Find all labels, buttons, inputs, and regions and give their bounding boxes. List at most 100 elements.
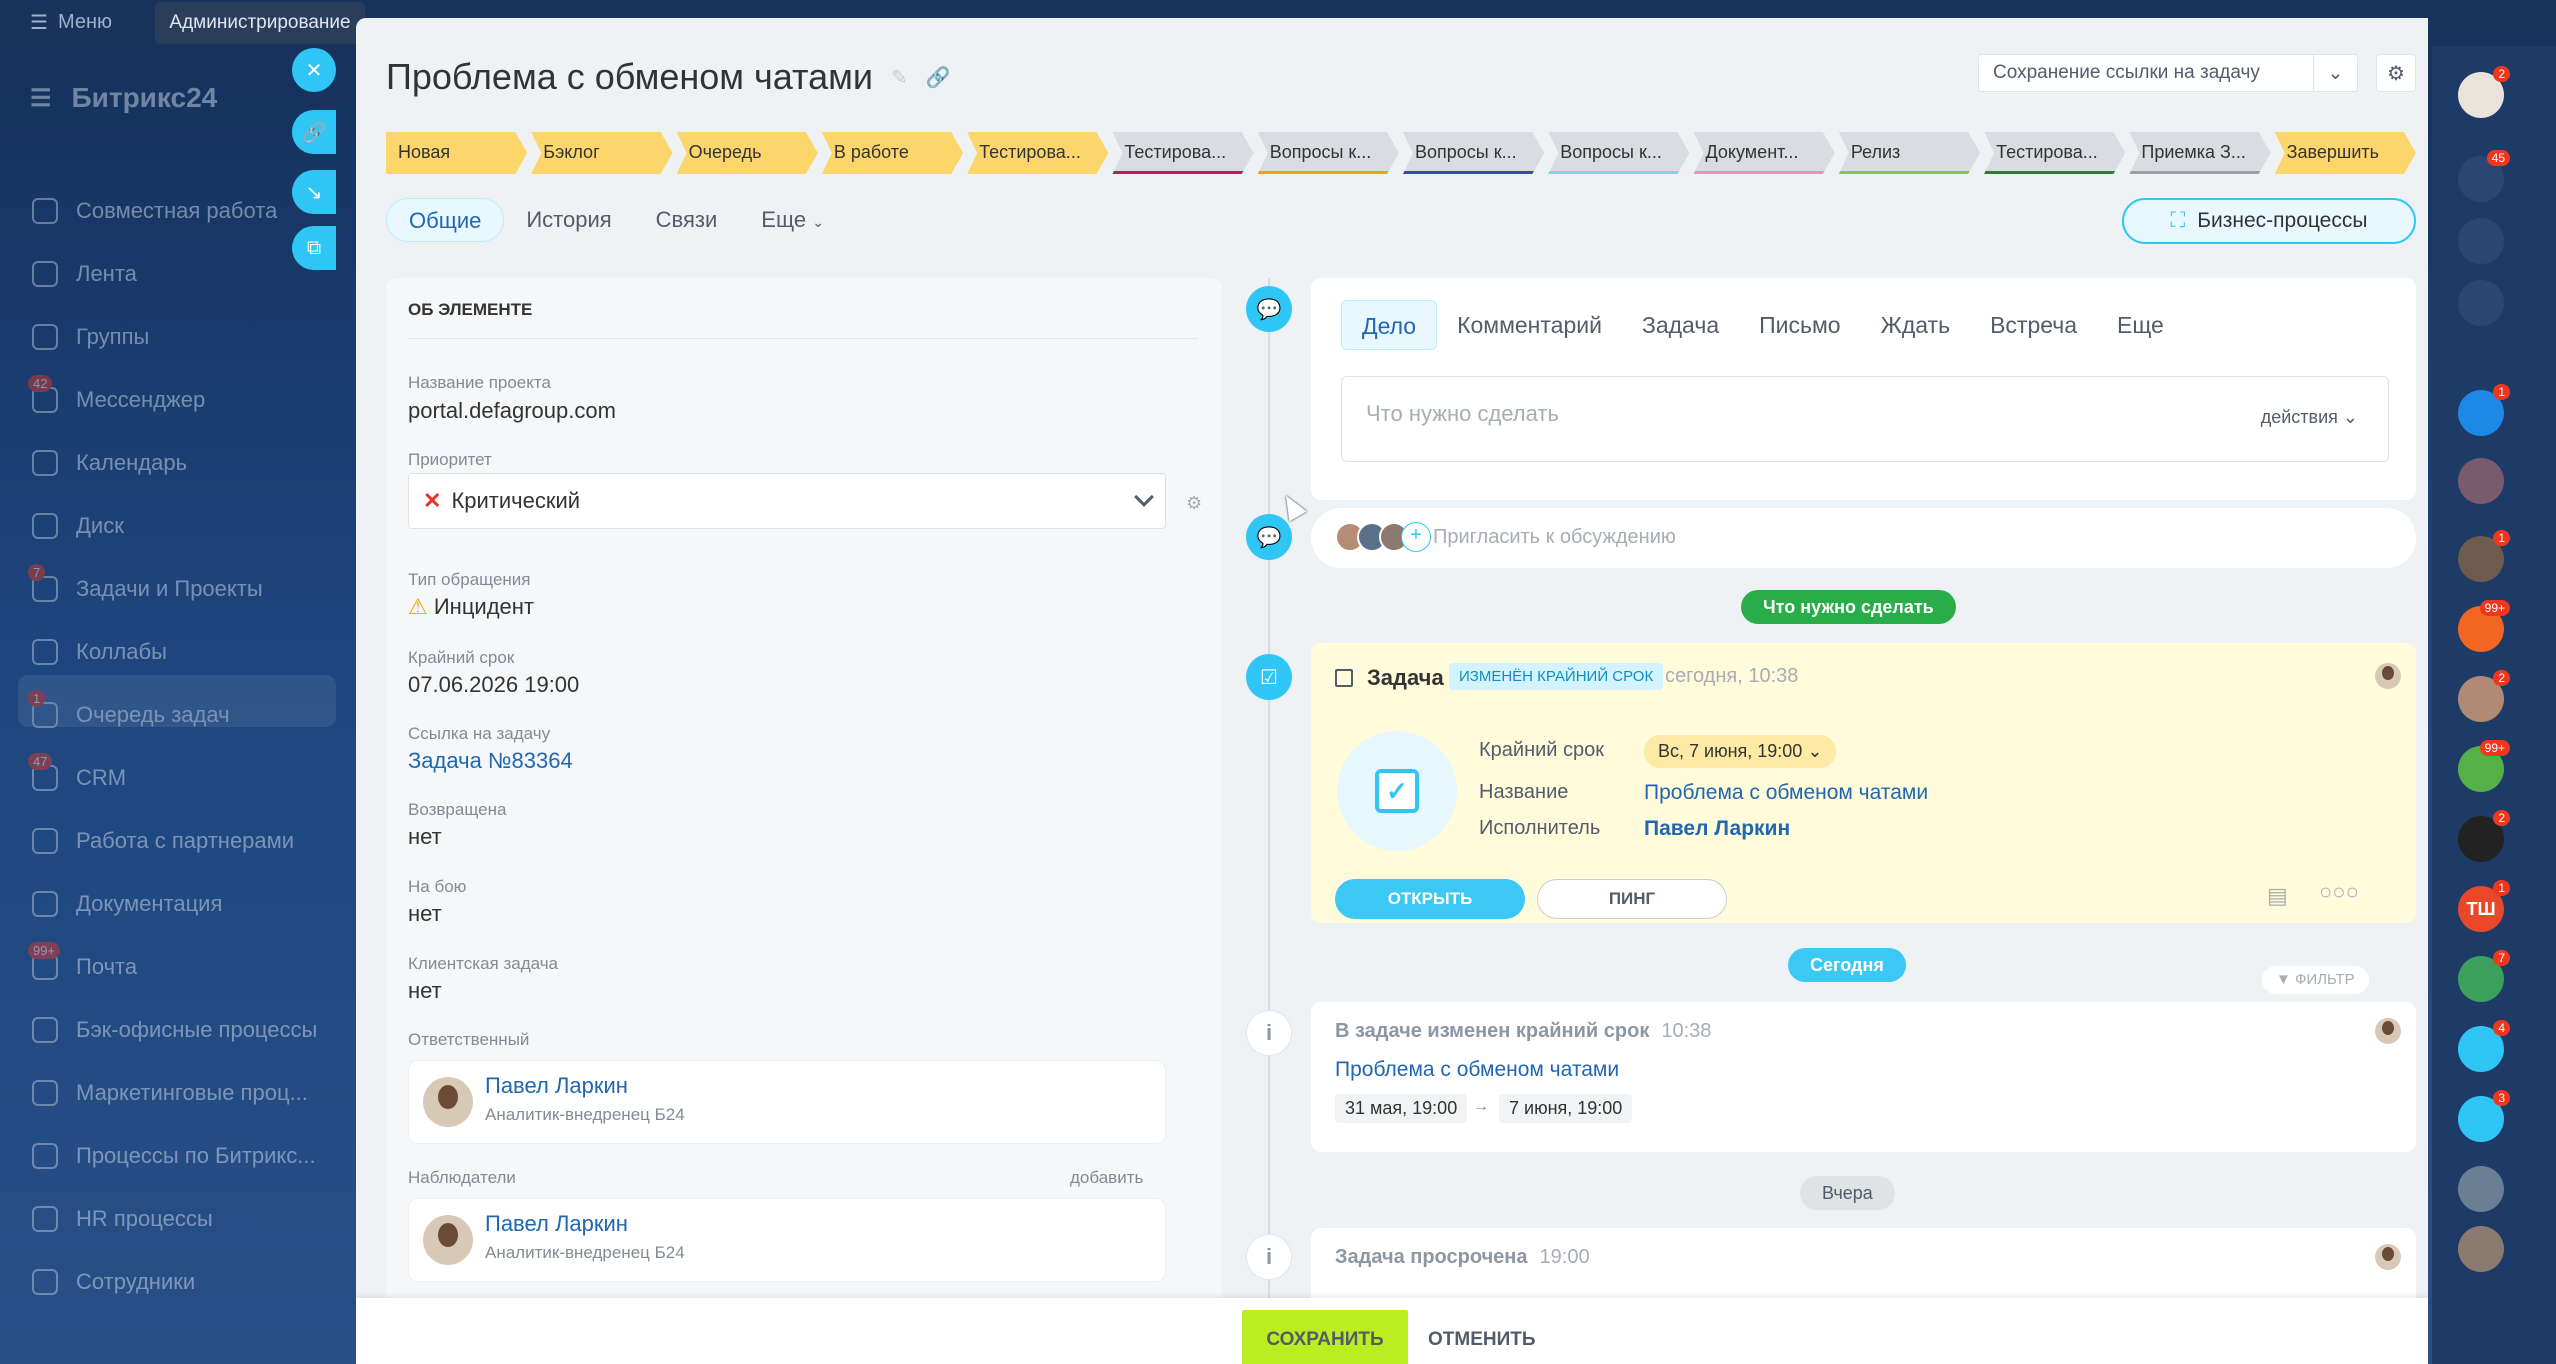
nav-item[interactable]: Сотрудники — [32, 1269, 195, 1295]
right-bar-item[interactable] — [2458, 458, 2504, 504]
nav-item[interactable]: 7 Задачи и Проекты — [28, 564, 263, 602]
right-bar-item[interactable] — [2458, 1166, 2504, 1212]
person-name[interactable]: Павел Ларкин — [485, 1211, 628, 1237]
editor-tab[interactable]: Еще — [2097, 300, 2184, 350]
nav-item[interactable]: Процессы по Битрикс... — [32, 1143, 316, 1169]
nav-item[interactable]: Календарь — [32, 450, 187, 476]
filter-button[interactable]: ▼ ФИЛЬТР — [2262, 966, 2369, 994]
stage-item[interactable]: Вопросы к... — [1258, 132, 1399, 174]
stage-item[interactable]: Тестирова... — [1112, 132, 1253, 174]
task-link[interactable]: Задача №83364 — [408, 748, 573, 774]
priority-select[interactable]: ✕ Критический — [408, 473, 1166, 529]
close-slider-button[interactable]: ✕ — [292, 48, 336, 92]
editor-tab[interactable]: Письмо — [1739, 300, 1860, 350]
nav-item[interactable]: 42 Мессенджер — [28, 375, 205, 413]
more-icon[interactable]: ○○○ — [2319, 879, 2359, 905]
task-checkbox[interactable] — [1335, 669, 1353, 687]
right-bar-item[interactable]: 99+ — [2458, 600, 2510, 652]
stage-item[interactable]: Документ... — [1694, 132, 1835, 174]
avatar[interactable] — [2375, 1244, 2401, 1270]
nav-item[interactable]: Маркетинговые проц... — [32, 1080, 308, 1106]
menu-button[interactable]: ☰ Меню — [30, 10, 112, 35]
stage-item[interactable]: Релиз — [1839, 132, 1980, 174]
stage-item[interactable]: В работе — [822, 132, 963, 174]
stage-item[interactable]: Очередь — [677, 132, 818, 174]
right-bar-item[interactable]: 2 — [2458, 66, 2510, 118]
right-bar-item[interactable]: 1 — [2458, 530, 2510, 582]
task-name-link[interactable]: Проблема с обменом чатами — [1644, 781, 1928, 805]
nav-item[interactable]: Совместная работа — [32, 198, 277, 224]
nav-item[interactable]: 1 Очередь задач — [28, 690, 230, 728]
save-link-select[interactable]: Сохранение ссылки на задачу ⌄ — [1978, 54, 2358, 92]
right-bar-item[interactable]: 45 — [2458, 150, 2510, 202]
nav-item[interactable]: Документация — [32, 891, 222, 917]
nav-item[interactable]: 47 CRM — [28, 753, 126, 791]
person-name[interactable]: Павел Ларкин — [485, 1073, 628, 1099]
add-observer-link[interactable]: добавить — [1070, 1168, 1143, 1188]
editor-tab[interactable]: Задача — [1622, 300, 1739, 350]
responsible-person[interactable]: Павел Ларкин Аналитик-внедренец Б24 — [408, 1060, 1166, 1144]
nav-item[interactable]: Бэк-офисные процессы — [32, 1017, 317, 1043]
avatar[interactable] — [2375, 663, 2401, 689]
cancel-button[interactable]: ОТМЕНИТЬ — [1428, 1310, 1536, 1364]
stage-item[interactable]: Вопросы к... — [1548, 132, 1689, 174]
nav-item[interactable]: 99+ Почта — [28, 942, 137, 980]
todo-input[interactable]: Что нужно сделать действия ⌄ — [1341, 376, 2389, 462]
edit-pencil-icon[interactable]: ✎ — [891, 65, 908, 90]
history-link[interactable]: Проблема с обменом чатами — [1335, 1058, 1619, 1082]
editor-tab[interactable]: Ждать — [1861, 300, 1970, 350]
tab-general[interactable]: Общие — [386, 198, 505, 242]
editor-tab[interactable]: Дело — [1341, 300, 1438, 350]
right-bar-item[interactable]: 4 — [2458, 1020, 2510, 1072]
right-bar-item[interactable] — [2458, 1226, 2504, 1272]
tab-more[interactable]: Еще ⌄ — [739, 198, 846, 242]
stage-item[interactable]: Бэклог — [531, 132, 672, 174]
tab-history[interactable]: История — [504, 198, 633, 242]
save-button[interactable]: СОХРАНИТЬ — [1242, 1310, 1408, 1364]
stage-item[interactable]: Тестирова... — [967, 132, 1108, 174]
observer-person[interactable]: Павел Ларкин Аналитик-внедренец Б24 — [408, 1198, 1166, 1282]
business-processes-button[interactable]: ⛶ Бизнес-процессы — [2122, 198, 2416, 244]
copy-link-button[interactable]: 🔗 — [292, 110, 336, 154]
nav-item[interactable]: HR процессы — [32, 1206, 213, 1232]
nav-item[interactable]: Коллабы — [32, 639, 167, 665]
right-bar-item[interactable]: ТШ 1 — [2458, 880, 2510, 932]
stage-item[interactable]: Вопросы к... — [1403, 132, 1544, 174]
tab-links[interactable]: Связи — [634, 198, 740, 242]
right-bar-item[interactable] — [2458, 280, 2504, 326]
nav-item[interactable]: Группы — [32, 324, 149, 350]
avatar[interactable] — [2375, 1018, 2401, 1044]
deadline-dropdown[interactable]: Вс, 7 июня, 19:00 ⌄ — [1644, 735, 1837, 768]
actions-dropdown[interactable]: действия ⌄ — [2261, 407, 2358, 428]
add-participant-icon[interactable]: + — [1401, 522, 1431, 552]
stage-item[interactable]: Приемка З... — [2129, 132, 2270, 174]
nav-item[interactable]: Работа с партнерами — [32, 828, 294, 854]
invite-bar[interactable]: + Пригласить к обсуждению — [1311, 508, 2416, 568]
note-icon[interactable]: ▤ — [2267, 883, 2288, 909]
editor-tab[interactable]: Встреча — [1970, 300, 2097, 350]
right-bar-item[interactable]: 3 — [2458, 1090, 2510, 1142]
chevron-down-icon[interactable]: ⌄ — [2313, 55, 2357, 91]
open-new-window-button[interactable]: ⧉ — [292, 226, 336, 270]
right-bar-item[interactable]: 2 — [2458, 810, 2510, 862]
nav-item[interactable]: Лента — [32, 261, 137, 287]
right-bar-item[interactable]: 7 — [2458, 950, 2510, 1002]
right-bar-item[interactable] — [2458, 218, 2504, 264]
assignee-link[interactable]: Павел Ларкин — [1644, 817, 1790, 841]
brand[interactable]: ☰ Битрикс24 — [30, 82, 217, 114]
stage-item[interactable]: Завершить — [2275, 132, 2416, 174]
minimize-button[interactable]: ↘ — [292, 170, 336, 214]
right-bar-item[interactable]: 2 — [2458, 670, 2510, 722]
admin-tab[interactable]: Администрирование — [155, 2, 365, 44]
nav-item[interactable]: Диск — [32, 513, 124, 539]
settings-button[interactable]: ⚙ — [2376, 54, 2416, 92]
open-button[interactable]: ОТКРЫТЬ — [1335, 879, 1525, 919]
stage-item[interactable]: Тестирова... — [1984, 132, 2125, 174]
right-bar-item[interactable]: 1 — [2458, 384, 2510, 436]
right-bar-item[interactable]: 99+ — [2458, 740, 2510, 792]
link-icon[interactable]: 🔗 — [926, 65, 951, 90]
editor-tab[interactable]: Комментарий — [1437, 300, 1622, 350]
stage-item[interactable]: Новая — [386, 132, 527, 174]
gear-icon[interactable]: ⚙ — [1186, 493, 1202, 514]
ping-button[interactable]: ПИНГ — [1537, 879, 1727, 919]
